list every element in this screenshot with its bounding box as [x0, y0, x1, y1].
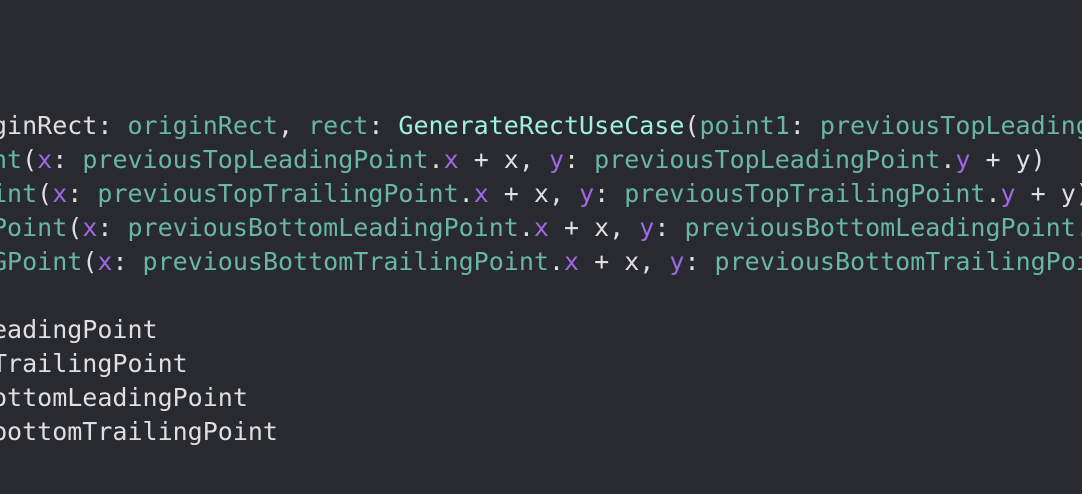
code-token-param: y [1000, 179, 1016, 208]
code-token-func: int [0, 179, 38, 208]
code-token-plain: bottomTrailingPoint [0, 417, 278, 446]
code-token-param: y [669, 247, 685, 276]
code-token-plain: TrailingPoint [0, 349, 188, 378]
code-token-func: previousBottomLeadingPoint [684, 213, 1076, 242]
code-token-usertype: GenerateRectUseCase [398, 111, 685, 140]
code-token-func: rect [308, 111, 369, 140]
code-token-param: x [52, 179, 68, 208]
code-token-plain: + x, [488, 179, 580, 208]
code-token-param: x [533, 213, 549, 242]
code-token-param: y [955, 145, 971, 174]
code-line: bottomTrailingPoint [0, 415, 278, 449]
code-token-plain: + x, [579, 247, 670, 276]
code-token-plain: + x, [548, 213, 640, 242]
code-token-func: point1 [699, 111, 790, 140]
code-token-param: x [37, 145, 53, 174]
code-token-func: previousBottomTrailingPoin [714, 247, 1082, 276]
code-token-plain: . [428, 145, 444, 174]
code-token-plain: : [594, 179, 625, 208]
code-line: Point(x: previousBottomLeadingPoint.x + … [0, 211, 1082, 245]
code-token-plain: + y) [970, 145, 1046, 174]
code-token-plain: ginRect [0, 111, 98, 140]
code-editor[interactable]: ginRect: originRect, rect: GenerateRectU… [0, 0, 1082, 494]
code-token-plain: ( [67, 213, 83, 242]
code-token-func: previousTopLeadingPoint [82, 145, 429, 174]
code-token-func: originRect [127, 111, 278, 140]
code-token-param: x [443, 145, 459, 174]
code-token-func: previousTopLeadingPoint [594, 145, 941, 174]
code-token-plain: eadingPoint [0, 315, 158, 344]
code-token-func: previousTopLeadingP [819, 111, 1082, 140]
code-token-param: x [82, 213, 98, 242]
code-line: nt(x: previousTopLeadingPoint.x + x, y: … [0, 143, 1046, 177]
code-token-param: x [564, 247, 580, 276]
code-token-func: previousTopTrailingPoint [624, 179, 986, 208]
code-token-plain: : [564, 145, 595, 174]
code-token-plain: . [548, 247, 564, 276]
code-token-plain: , [277, 111, 309, 140]
code-token-plain: : [654, 213, 685, 242]
code-token-param: x [97, 247, 113, 276]
code-token-plain: . [940, 145, 956, 174]
code-token-func: nt [0, 145, 23, 174]
code-token-param: y [639, 213, 655, 242]
code-token-plain: + y) [1030, 179, 1082, 208]
code-line: TrailingPoint [0, 347, 188, 381]
code-token-plain: ( [82, 247, 98, 276]
code-line: int(x: previousTopTrailingPoint.x + x, y… [0, 177, 1082, 211]
code-token-plain: : [789, 111, 820, 140]
code-token-plain: . [458, 179, 474, 208]
code-token-plain: . [518, 213, 534, 242]
code-token-plain: ( [684, 111, 700, 140]
code-line: ginRect: originRect, rect: GenerateRectU… [0, 109, 1082, 143]
code-token-plain: : [368, 111, 399, 140]
code-line: eadingPoint [0, 313, 158, 347]
code-token-plain: : [684, 247, 715, 276]
code-token-plain: . [985, 179, 1001, 208]
code-token-plain: ( [22, 145, 38, 174]
code-token-func: previousTopTrailingPoint [97, 179, 459, 208]
code-token-func: Point [0, 213, 68, 242]
code-line: GPoint(x: previousBottomTrailingPoint.x … [0, 245, 1082, 279]
code-token-param: y [548, 145, 565, 174]
code-token-func: previousBottomLeadingPoint [127, 213, 519, 242]
code-token-plain: : [67, 179, 98, 208]
code-token-plain: : [97, 213, 128, 242]
code-token-func: previousBottomTrailingPoint [142, 247, 549, 276]
code-token-param: y [579, 179, 595, 208]
code-line: ottomLeadingPoint [0, 381, 248, 415]
code-token-plain: ottomLeadingPoint [0, 383, 248, 412]
code-token-plain: ( [37, 179, 53, 208]
code-token-plain: + x, [458, 145, 549, 174]
code-token-plain: . [1076, 213, 1082, 242]
code-token-plain: : [52, 145, 83, 174]
code-token-func: GPoint [0, 247, 83, 276]
code-token-plain: : [112, 247, 143, 276]
code-token-param: x [473, 179, 489, 208]
code-token-plain: : [97, 111, 128, 140]
